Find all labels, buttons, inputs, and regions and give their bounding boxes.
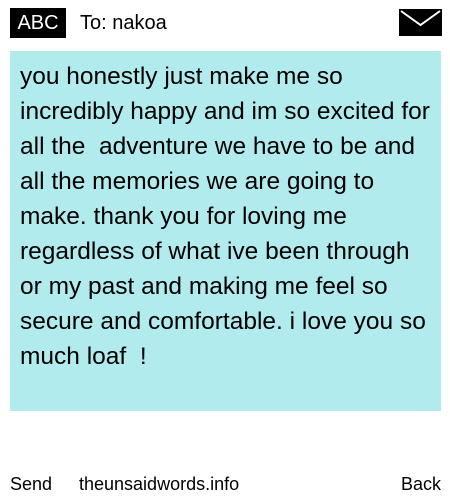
message-header: ABC To: nakoa bbox=[0, 0, 450, 44]
input-mode-badge[interactable]: ABC bbox=[10, 8, 66, 38]
recipient-label: To: nakoa bbox=[80, 12, 167, 34]
softkey-bar: Send theunsaidwords.info Back bbox=[0, 470, 450, 498]
site-label: theunsaidwords.info bbox=[79, 474, 240, 494]
back-button[interactable]: Back bbox=[401, 470, 441, 498]
envelope-icon bbox=[399, 9, 442, 36]
message-body-text: you honestly just make me so incredibly … bbox=[20, 63, 437, 370]
message-body-box[interactable]: you honestly just make me so incredibly … bbox=[10, 51, 441, 411]
send-button[interactable]: Send bbox=[10, 470, 52, 498]
